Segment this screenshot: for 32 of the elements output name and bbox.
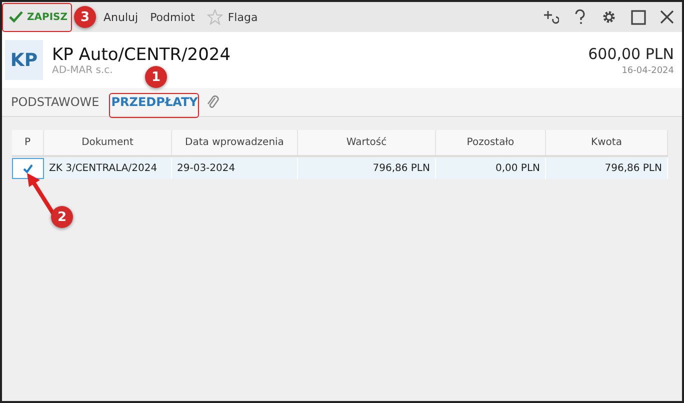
add-icon[interactable] [543,9,559,25]
maximize-icon[interactable] [631,10,646,24]
settings-icon[interactable] [601,9,617,25]
cancel-button[interactable]: Anuluj [98,6,144,28]
column-header: Wartość [298,130,436,155]
document-type-badge: KP [5,40,43,80]
save-button[interactable]: ZAPISZ [6,7,70,27]
table-cell: ZK 3/CENTRALA/2024 [44,158,172,179]
column-header: Kwota [546,130,668,155]
document-title: KP Auto/CENTR/2024 [52,44,232,64]
subject-button[interactable]: Podmiot [145,6,200,28]
tab[interactable]: PODSTAWOWE [8,92,102,112]
paperclip-icon[interactable] [206,94,219,110]
column-header: Data wprowadzenia [172,130,298,155]
checkmark-icon [9,11,23,23]
table-cell: 29-03-2024 [172,158,298,179]
column-header: Dokument [44,130,172,155]
table-cell: 796,86 PLN [546,158,668,179]
help-icon[interactable] [573,9,587,25]
close-icon[interactable] [660,10,674,24]
table-cell: 796,86 PLN [298,158,436,179]
flag-button[interactable]: Flaga [202,5,263,29]
step-number-badge: 2 [51,206,73,228]
document-amount: 600,00 PLN [588,44,674,62]
column-header: Pozostało [436,130,546,155]
tab[interactable]: PRZEDPŁATY [108,92,201,112]
table-cell: 0,00 PLN [436,158,546,179]
column-header: P [12,130,44,155]
contractor-name: AD-MAR s.c. [52,64,114,76]
document-date: 16-04-2024 [622,66,674,76]
star-icon [206,9,223,25]
highlight-frame [2,3,72,32]
